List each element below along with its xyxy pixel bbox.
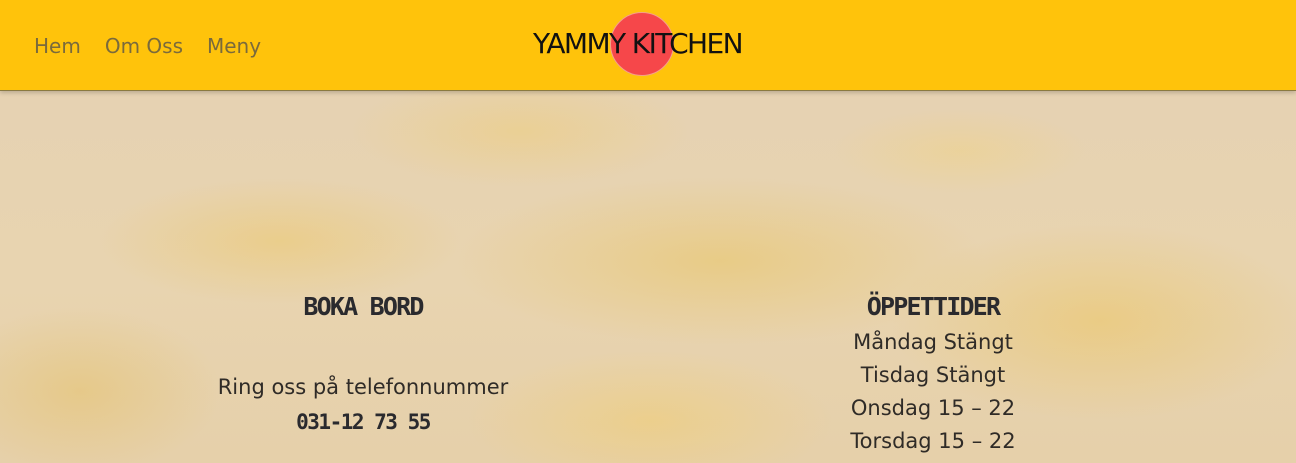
hours-wednesday: Onsdag 15 – 22 bbox=[850, 396, 1016, 420]
main-nav: Hem Om Oss Meny bbox=[34, 32, 261, 60]
nav-link-om-oss[interactable]: Om Oss bbox=[105, 32, 183, 60]
logo[interactable]: YAMMY KITCHEN bbox=[533, 12, 763, 78]
phone-number[interactable]: 031-12 73 55 bbox=[163, 407, 563, 437]
site-header: Hem Om Oss Meny YAMMY KITCHEN bbox=[0, 0, 1296, 91]
hours-monday: Måndag Stängt bbox=[853, 330, 1013, 354]
nav-link-meny[interactable]: Meny bbox=[207, 32, 261, 60]
hours-heading: ÖPPETTIDER bbox=[866, 292, 1001, 321]
logo-text: YAMMY KITCHEN bbox=[533, 27, 744, 60]
booking-heading: BOKA BORD bbox=[303, 292, 424, 321]
hours-tuesday: Tisdag Stängt bbox=[860, 363, 1006, 387]
hours-section: ÖPPETTIDER Måndag Stängt Tisdag Stängt O… bbox=[733, 290, 1133, 458]
hours-thursday: Torsdag 15 – 22 bbox=[850, 429, 1016, 453]
booking-section: BOKA BORD Ring oss på telefonnummer 031-… bbox=[163, 290, 563, 437]
booking-text: Ring oss på telefonnummer bbox=[217, 375, 509, 399]
nav-link-hem[interactable]: Hem bbox=[34, 32, 81, 60]
